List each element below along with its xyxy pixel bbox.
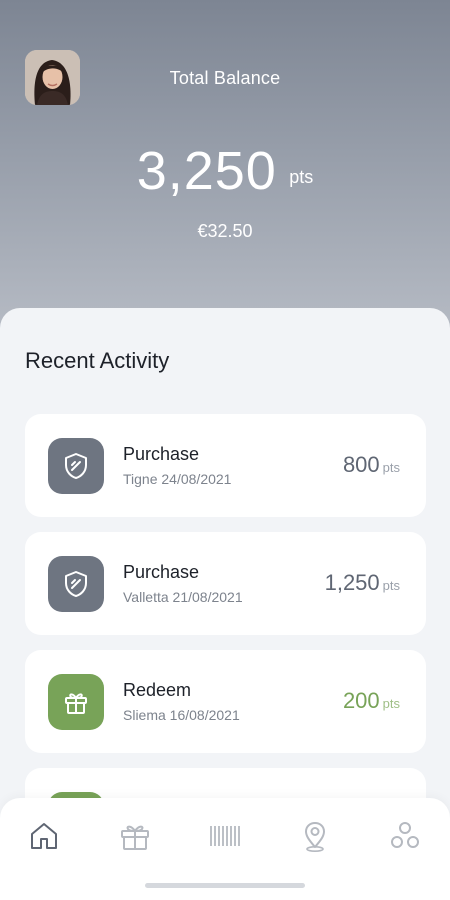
- shield-icon: [65, 453, 87, 479]
- home-indicator[interactable]: [145, 883, 305, 888]
- activity-card[interactable]: Redeem Sliema 16/08/2021 200 pts: [25, 650, 426, 753]
- activity-card[interactable]: Purchase Tigne 24/08/2021 800 pts: [25, 414, 426, 517]
- activity-points: 800 pts: [343, 452, 400, 478]
- points-unit: pts: [382, 696, 400, 711]
- activity-points: 1,250 pts: [325, 570, 400, 596]
- activity-location-date: Valletta 21/08/2021: [123, 589, 243, 605]
- activity-tile: [48, 438, 104, 494]
- balance-amount: 3,250 pts: [0, 140, 450, 202]
- activity-type: Redeem: [123, 680, 192, 700]
- points-value: 200: [342, 688, 380, 713]
- shield-icon: [65, 571, 87, 597]
- balance-value: 3,250: [136, 141, 277, 201]
- points-value: 800: [342, 452, 380, 477]
- gift-icon: [65, 693, 87, 714]
- balance-unit: pts: [289, 167, 314, 187]
- activity-location-date: Tigne 24/08/2021: [123, 471, 232, 487]
- activity-points: 200 pts: [343, 688, 400, 714]
- section-title: Recent Activity: [25, 348, 170, 373]
- balance-euro-value: €32.50: [197, 221, 253, 241]
- activity-location-date: Sliema 16/08/2021: [123, 707, 240, 723]
- activity-tile: [48, 556, 104, 612]
- points-value: 1,250: [324, 570, 380, 595]
- activity-card[interactable]: Purchase Valletta 21/08/2021 1,250 pts: [25, 532, 426, 635]
- points-unit: pts: [382, 578, 400, 593]
- home-icon[interactable]: [26, 818, 62, 854]
- activity-tile: [48, 674, 104, 730]
- points-unit: pts: [382, 460, 400, 475]
- circles-icon[interactable]: [387, 818, 423, 854]
- activity-type: Purchase: [123, 444, 200, 464]
- location-pin-icon[interactable]: [297, 818, 333, 854]
- gift-icon[interactable]: [117, 818, 153, 854]
- barcode-icon[interactable]: [207, 818, 243, 854]
- balance-label: Total Balance: [169, 68, 281, 88]
- activity-type: Purchase: [123, 562, 200, 582]
